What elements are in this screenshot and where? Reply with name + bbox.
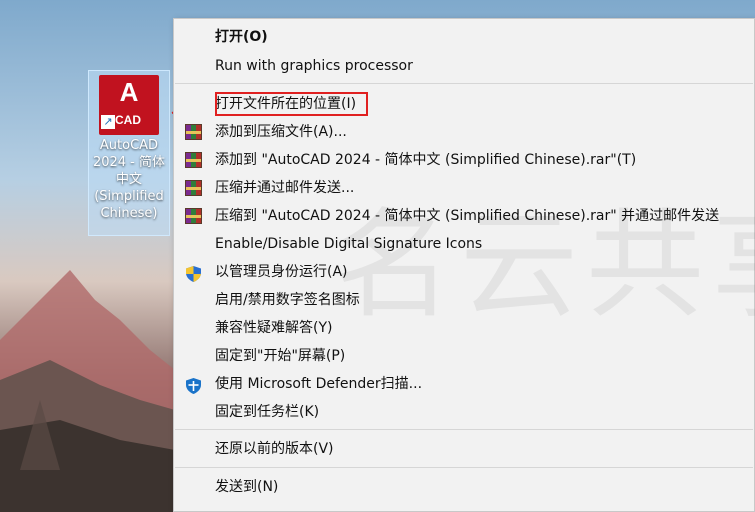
- menu-item-label: 打开(O): [215, 29, 268, 45]
- menu-separator: [175, 429, 753, 430]
- menu-item-run-as-admin[interactable]: 以管理员身份运行(A): [174, 258, 754, 286]
- annotation-highlight-box: [215, 92, 368, 116]
- uac-shield-icon: [185, 264, 202, 282]
- menu-separator: [175, 467, 753, 468]
- menu-item-label: 兼容性疑难解答(Y): [215, 320, 333, 336]
- menu-item-toggle-signature-icons-cn[interactable]: 启用/禁用数字签名图标: [174, 286, 754, 314]
- menu-item-label: 启用/禁用数字签名图标: [215, 292, 360, 308]
- rar-archive-icon: [185, 124, 202, 140]
- menu-item-label: 添加到压缩文件(A)...: [215, 124, 347, 140]
- menu-item-toggle-signature-icons[interactable]: Enable/Disable Digital Signature Icons: [174, 230, 754, 258]
- menu-item-label: 以管理员身份运行(A): [215, 264, 348, 280]
- menu-item-compatibility-troubleshoot[interactable]: 兼容性疑难解答(Y): [174, 314, 754, 342]
- menu-item-compress-and-email[interactable]: 压缩并通过邮件发送...: [174, 174, 754, 202]
- menu-item-restore-previous-versions[interactable]: 还原以前的版本(V): [174, 435, 754, 463]
- rar-archive-icon: [185, 152, 202, 168]
- menu-item-label: 压缩到 "AutoCAD 2024 - 简体中文 (Simplified Chi…: [215, 208, 720, 224]
- menu-item-add-to-archive[interactable]: 添加到压缩文件(A)...: [174, 118, 754, 146]
- menu-separator: [175, 83, 753, 84]
- menu-item-pin-to-taskbar[interactable]: 固定到任务栏(K): [174, 398, 754, 426]
- menu-item-label: Enable/Disable Digital Signature Icons: [215, 236, 483, 252]
- menu-item-run-gpu[interactable]: Run with graphics processor: [174, 52, 754, 80]
- menu-item-add-to-named-rar[interactable]: 添加到 "AutoCAD 2024 - 简体中文 (Simplified Chi…: [174, 146, 754, 174]
- menu-item-label: 添加到 "AutoCAD 2024 - 简体中文 (Simplified Chi…: [215, 152, 637, 168]
- menu-item-label: 发送到(N): [215, 479, 279, 495]
- menu-item-label: 压缩并通过邮件发送...: [215, 180, 355, 196]
- rar-archive-icon: [185, 208, 202, 224]
- menu-item-defender-scan[interactable]: 使用 Microsoft Defender扫描...: [174, 370, 754, 398]
- menu-item-label: 固定到"开始"屏幕(P): [215, 348, 346, 364]
- rar-archive-icon: [185, 180, 202, 196]
- menu-item-send-to[interactable]: 发送到(N): [174, 473, 754, 501]
- menu-item-label: 使用 Microsoft Defender扫描...: [215, 376, 423, 392]
- context-menu: 名云共享 打开(O) Run with graphics processor 打…: [173, 18, 755, 512]
- defender-icon: [185, 376, 202, 394]
- menu-item-label: 固定到任务栏(K): [215, 404, 320, 420]
- menu-item-pin-to-start[interactable]: 固定到"开始"屏幕(P): [174, 342, 754, 370]
- menu-item-label: Run with graphics processor: [215, 58, 413, 74]
- menu-item-compress-named-and-email[interactable]: 压缩到 "AutoCAD 2024 - 简体中文 (Simplified Chi…: [174, 202, 754, 230]
- menu-item-label: 还原以前的版本(V): [215, 441, 334, 457]
- menu-item-open[interactable]: 打开(O): [174, 23, 754, 51]
